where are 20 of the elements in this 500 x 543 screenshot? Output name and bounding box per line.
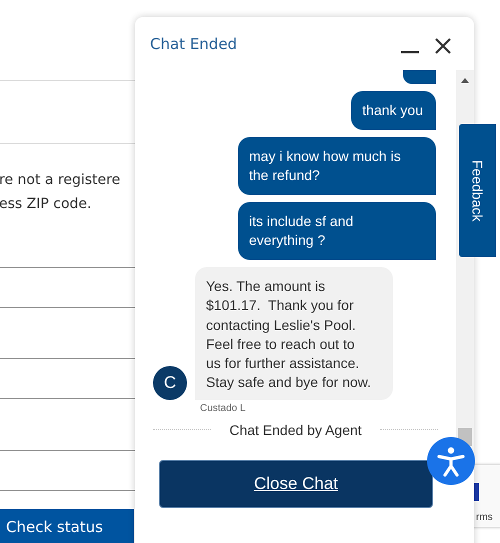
logo-icon — [474, 483, 479, 501]
close-icon[interactable] — [435, 38, 451, 54]
chat-status: Chat Ended by Agent — [229, 422, 362, 438]
page-text: re not a registere — [0, 171, 122, 190]
feedback-tab[interactable]: Feedback — [459, 124, 496, 257]
agent-avatar: C — [153, 366, 187, 400]
close-chat-button[interactable]: Close Chat — [159, 460, 433, 508]
terms-link[interactable]: rms — [476, 512, 493, 523]
user-message: may i know how much is the refund? — [238, 137, 436, 195]
agent-name: Custado L — [200, 402, 247, 414]
message-bubble — [403, 70, 436, 84]
accessibility-icon[interactable] — [427, 437, 475, 485]
scroll-up-icon[interactable] — [461, 78, 469, 83]
check-status-button[interactable]: Check status — [0, 509, 134, 543]
minimize-icon[interactable] — [401, 50, 419, 54]
user-message: its include sf and everything ? — [238, 202, 436, 260]
user-message: thank you — [351, 91, 436, 130]
page-text: ess ZIP code. — [0, 195, 92, 214]
chat-title: Chat Ended — [150, 35, 238, 53]
agent-message: Yes. The amount is $101.17. Thank you for contacting Leslie's Pool. Feel free to reach out to us for further assistance. Stay safe and bye for now. — [195, 267, 393, 400]
